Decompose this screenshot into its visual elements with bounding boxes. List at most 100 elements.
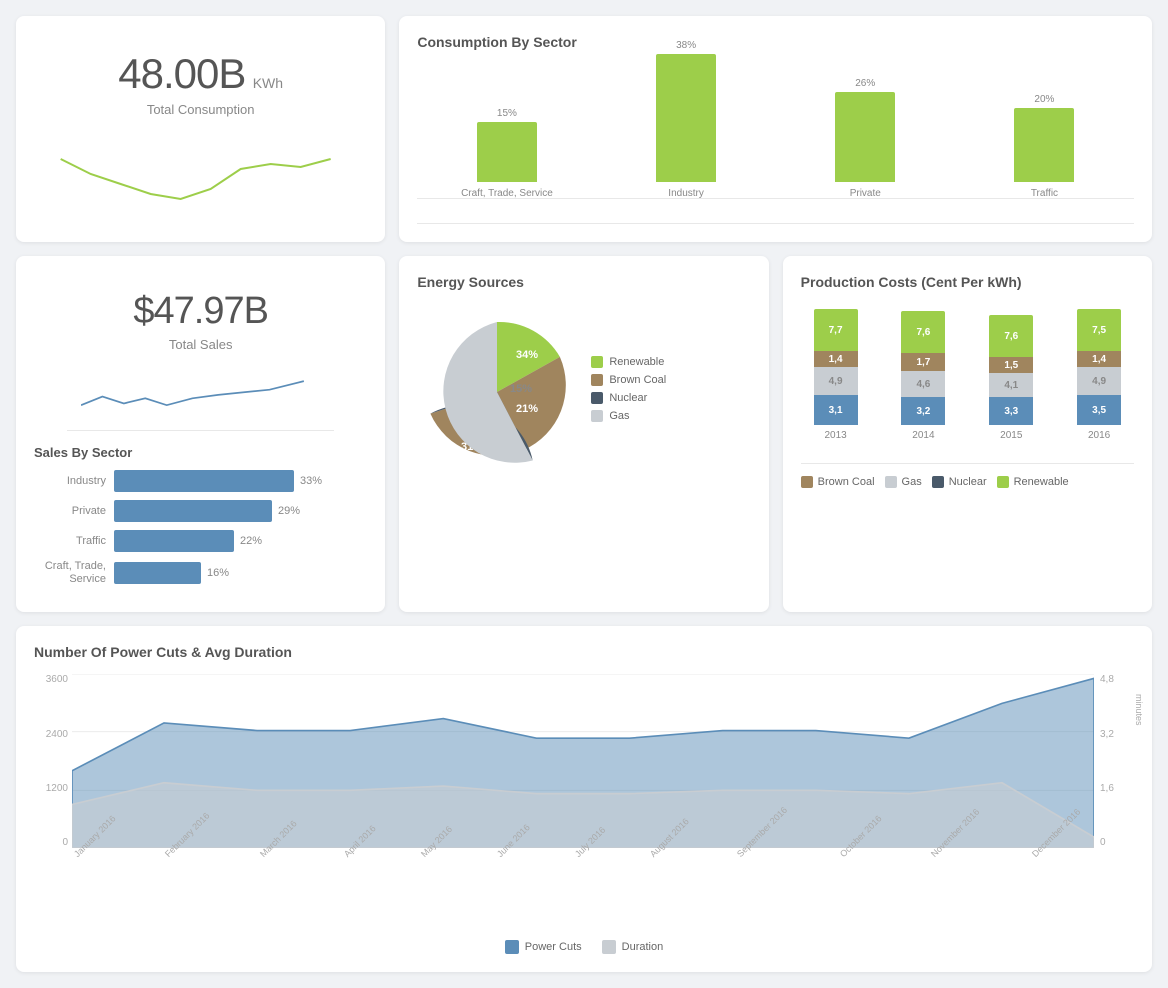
legend-dot-nuclear bbox=[591, 392, 603, 404]
seg-2016-renewable: 7,5 bbox=[1077, 309, 1121, 351]
sector-bar-chart: 15% Craft, Trade, Service 38% Industry 2… bbox=[417, 64, 1134, 224]
seg-2016-browncoal: 1,4 bbox=[1077, 351, 1121, 367]
bar-private bbox=[835, 92, 895, 182]
legend-label-nuclear: Nuclear bbox=[609, 392, 647, 404]
total-consumption-card: 48.00B KWh Total Consumption bbox=[16, 16, 385, 242]
year-2016: 2016 bbox=[1088, 430, 1110, 441]
legend-powercuts: Power Cuts bbox=[505, 940, 582, 954]
bar-group-industry: 38% Industry bbox=[597, 40, 776, 199]
y-axis-left: 3600 2400 1200 0 bbox=[34, 674, 72, 848]
energy-pie-chart: 34% 21% 31% 15% bbox=[417, 312, 577, 472]
bar-label-top-private: 26% bbox=[855, 78, 875, 89]
stacked-2014: 7,6 1,7 4,6 3,2 2014 bbox=[889, 311, 959, 441]
seg-2015-gas: 4,1 bbox=[989, 373, 1033, 397]
hbar-label-private: Private bbox=[34, 505, 114, 517]
prod-legend-browncoal: Brown Coal bbox=[801, 476, 875, 488]
area-chart-svg-wrapper bbox=[72, 674, 1094, 848]
seg-2016-gas: 4,9 bbox=[1077, 367, 1121, 395]
seg-2014-gas: 4,6 bbox=[901, 371, 945, 397]
prod-dot-browncoal bbox=[801, 476, 813, 488]
bar-group-private: 26% Private bbox=[776, 78, 955, 199]
y-label-3600: 3600 bbox=[46, 674, 68, 685]
prod-label-nuclear: Nuclear bbox=[949, 476, 987, 488]
legend-duration: Duration bbox=[602, 940, 664, 954]
seg-2013-renewable: 7,7 bbox=[814, 309, 858, 351]
stacked-2016: 7,5 1,4 4,9 3,5 2016 bbox=[1064, 309, 1134, 441]
legend-nuclear: Nuclear bbox=[591, 392, 666, 404]
hbar-row-industry: Industry 33% bbox=[34, 470, 367, 492]
hbar-label-traffic: Traffic bbox=[34, 535, 114, 547]
production-costs-title: Production Costs (Cent Per kWh) bbox=[801, 274, 1134, 290]
y-label-0: 0 bbox=[62, 837, 68, 848]
hbar-craft bbox=[114, 562, 201, 584]
seg-2014-nuclear: 3,2 bbox=[901, 397, 945, 425]
sales-label: Total Sales bbox=[169, 337, 233, 352]
legend-dot-browncoal bbox=[591, 374, 603, 386]
prod-legend-nuclear: Nuclear bbox=[932, 476, 987, 488]
legend-dot-gas bbox=[591, 410, 603, 422]
hbar-label-craft: Craft, Trade,Service bbox=[34, 560, 114, 586]
sales-divider bbox=[67, 430, 334, 431]
legend-dot-duration bbox=[602, 940, 616, 954]
hbar-row-craft: Craft, Trade,Service 16% bbox=[34, 560, 367, 586]
consumption-by-sector-card: Consumption By Sector 15% Craft, Trade, … bbox=[399, 16, 1152, 242]
svg-text:34%: 34% bbox=[516, 349, 538, 361]
stacked-2015: 7,6 1,5 4,1 3,3 2015 bbox=[976, 315, 1046, 441]
consumption-unit: KWh bbox=[253, 75, 283, 91]
bar-label-top-traffic: 20% bbox=[1034, 94, 1054, 105]
sales-sector-bars: Industry 33% Private 29% Traffic 22% Cra… bbox=[34, 470, 367, 594]
stacked-bar-2013: 7,7 1,4 4,9 3,1 bbox=[814, 309, 858, 425]
hbar-label-industry: Industry bbox=[34, 475, 114, 487]
seg-2015-nuclear: 3,3 bbox=[989, 397, 1033, 425]
seg-2015-renewable: 7,6 bbox=[989, 315, 1033, 357]
legend-label-gas: Gas bbox=[609, 410, 629, 422]
seg-2013-nuclear: 3,1 bbox=[814, 395, 858, 425]
hbar-pct-private: 29% bbox=[278, 505, 300, 517]
bar-group-traffic: 20% Traffic bbox=[955, 94, 1134, 199]
y-label-2400: 2400 bbox=[46, 729, 68, 740]
hbar-row-traffic: Traffic 22% bbox=[34, 530, 367, 552]
legend-label-powercuts: Power Cuts bbox=[525, 941, 582, 953]
energy-pie-area: 34% 21% 31% 15% Re bbox=[417, 312, 750, 472]
year-2014: 2014 bbox=[912, 430, 934, 441]
seg-2016-nuclear: 3,5 bbox=[1077, 395, 1121, 425]
energy-sources-card: Energy Sources 34% 21% 31% bbox=[399, 256, 768, 612]
stacked-bar-2016: 7,5 1,4 4,9 3,5 bbox=[1077, 309, 1121, 425]
seg-2013-browncoal: 1,4 bbox=[814, 351, 858, 367]
sales-sector-title: Sales By Sector bbox=[34, 445, 132, 460]
consumption-label: Total Consumption bbox=[147, 102, 255, 117]
stacked-bar-2015: 7,6 1,5 4,1 3,3 bbox=[989, 315, 1033, 425]
consumption-value: 48.00B bbox=[118, 50, 245, 97]
hbar-industry bbox=[114, 470, 294, 492]
hbar-row-private: Private 29% bbox=[34, 500, 367, 522]
total-sales-card: $47.97B Total Sales Sales By Sector Indu… bbox=[16, 256, 385, 612]
hbar-pct-traffic: 22% bbox=[240, 535, 262, 547]
production-stacked-bars: 7,7 1,4 4,9 3,1 2013 7,6 1,7 4,6 3,2 201… bbox=[801, 304, 1134, 464]
power-cuts-card: Number Of Power Cuts & Avg Duration 3600… bbox=[16, 626, 1152, 972]
prod-dot-gas bbox=[885, 476, 897, 488]
y-label-r0: 0 bbox=[1100, 837, 1106, 848]
prod-legend-renewable: Renewable bbox=[997, 476, 1069, 488]
legend-dot-renewable bbox=[591, 356, 603, 368]
legend-dot-powercuts bbox=[505, 940, 519, 954]
hbar-private bbox=[114, 500, 272, 522]
powercuts-legend: Power Cuts Duration bbox=[34, 940, 1134, 954]
consumption-sparkline bbox=[34, 129, 367, 209]
area-chart-svg bbox=[72, 674, 1094, 848]
legend-label-browncoal: Brown Coal bbox=[609, 374, 666, 386]
production-legend: Brown Coal Gas Nuclear Renewable bbox=[801, 476, 1134, 488]
svg-text:21%: 21% bbox=[516, 403, 538, 415]
bar-industry bbox=[656, 54, 716, 182]
hbar-pct-industry: 33% bbox=[300, 475, 322, 487]
legend-label-duration: Duration bbox=[622, 941, 664, 953]
prod-label-renewable: Renewable bbox=[1014, 476, 1069, 488]
y-label-r32: 3,2 bbox=[1100, 729, 1114, 740]
y-axis-right: 4,8 3,2 1,6 0 minutes bbox=[1096, 674, 1134, 848]
legend-gas: Gas bbox=[591, 410, 666, 422]
x-axis-labels: January 2016 February 2016 March 2016 Ap… bbox=[72, 848, 1094, 894]
bar-label-top-craft: 15% bbox=[497, 108, 517, 119]
bar-traffic bbox=[1014, 108, 1074, 182]
bar-craft bbox=[477, 122, 537, 182]
prod-label-gas: Gas bbox=[902, 476, 922, 488]
seg-2014-browncoal: 1,7 bbox=[901, 353, 945, 371]
